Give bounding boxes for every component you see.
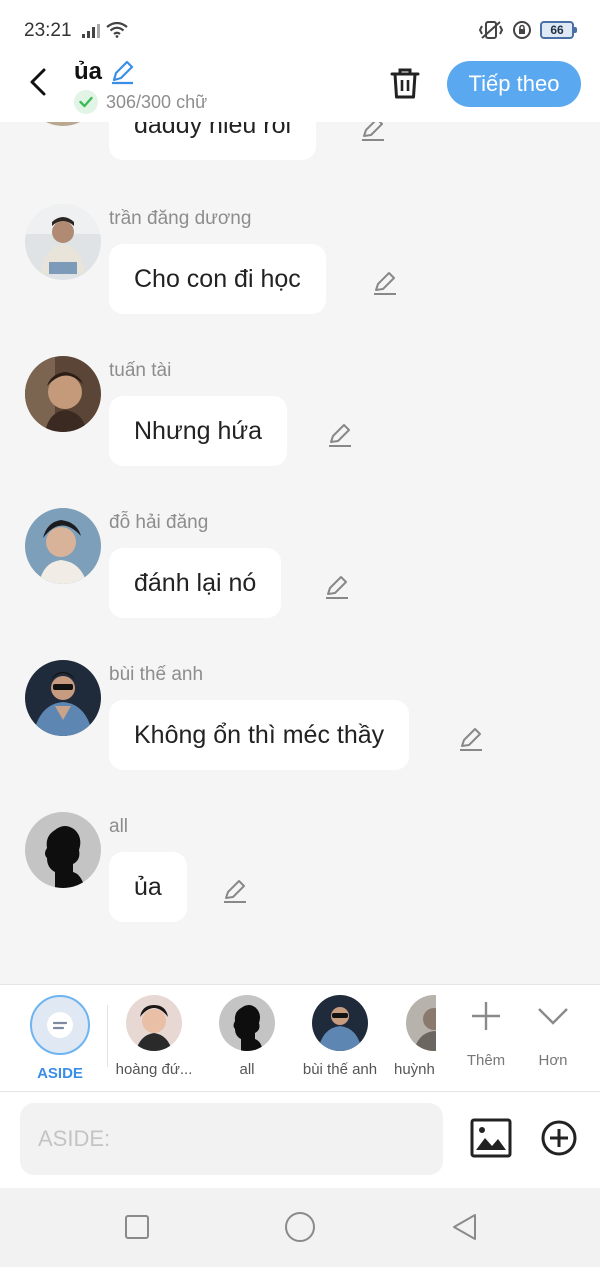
insert-image-button[interactable] — [470, 1118, 512, 1158]
avatar[interactable] — [25, 660, 101, 736]
dialogue-bubble[interactable]: ủa — [109, 852, 187, 922]
divider — [107, 1005, 108, 1067]
sender-name: trần đăng dương — [109, 208, 252, 229]
dialogue-item: daddy hiểu rồi — [0, 122, 600, 190]
role-label: hoàng đứ... — [115, 1061, 193, 1078]
role-label: all — [239, 1061, 255, 1078]
role-item[interactable]: all — [202, 995, 292, 1078]
dialogue-bubble[interactable]: daddy hiểu rồi — [109, 122, 317, 160]
edit-title-icon[interactable] — [108, 58, 136, 86]
back-nav-button[interactable] — [447, 1210, 481, 1244]
home-button[interactable] — [283, 1210, 317, 1244]
avatar — [406, 995, 436, 1051]
more-roles-label: Hơn — [538, 1052, 568, 1069]
add-role-label: Thêm — [466, 1052, 506, 1069]
dialogue-item: all ủa — [0, 812, 600, 952]
dialogue-item: bùi thế anh Không ổn thì méc thầy — [0, 660, 600, 800]
image-icon — [470, 1118, 512, 1158]
char-counter: 306/300 chữ — [74, 90, 207, 114]
role-item[interactable]: bùi thế anh — [295, 995, 385, 1078]
status-bar: 23:21 66 — [0, 0, 600, 56]
role-item[interactable]: hoàng đứ... — [109, 995, 199, 1078]
avatar — [312, 995, 368, 1051]
edit-line-icon[interactable] — [360, 122, 386, 142]
sender-name: tuấn tài — [109, 360, 172, 381]
delete-button[interactable] — [386, 64, 424, 102]
edit-line-icon[interactable] — [458, 726, 484, 752]
trash-icon — [390, 68, 420, 99]
sender-name: đỗ hải đăng — [109, 512, 209, 533]
role-label: ASIDE — [37, 1065, 83, 1082]
page-title: ủa — [74, 58, 103, 85]
chevron-left-icon — [30, 68, 46, 96]
dialogue-bubble[interactable]: Không ổn thì méc thầy — [109, 700, 410, 770]
avatar[interactable] — [25, 122, 101, 126]
wifi-icon — [106, 22, 128, 38]
dialogue-item: tuấn tài Nhưng hứa — [0, 356, 600, 496]
dialogue-bubble[interactable]: đánh lại nó — [109, 548, 282, 618]
avatar[interactable] — [25, 356, 101, 432]
title-group[interactable]: ủa — [74, 58, 136, 86]
avatar — [219, 995, 275, 1051]
status-right-icons: 66 — [478, 20, 577, 40]
plus-circle-icon — [541, 1120, 577, 1156]
edit-line-icon[interactable] — [222, 878, 248, 904]
dialogue-item: đỗ hải đăng đánh lại nó — [0, 508, 600, 648]
triangle-back-icon — [453, 1214, 476, 1240]
square-icon — [125, 1215, 149, 1239]
role-selector: ASIDE hoàng đứ... all bùi thế anh huỳnh … — [0, 984, 600, 1092]
dialogue-bubble[interactable]: Cho con đi học — [109, 244, 326, 314]
aside-icon — [30, 995, 90, 1055]
signal-wifi-group — [82, 22, 128, 38]
avatar[interactable] — [25, 508, 101, 584]
dialogue-item: trần đăng dương Cho con đi học — [0, 204, 600, 344]
header: ủa 306/300 chữ Tiếp theo — [0, 56, 600, 122]
plus-icon — [472, 1002, 500, 1030]
battery-indicator: 66 — [540, 21, 577, 39]
role-item[interactable]: huỳnh — [386, 995, 436, 1078]
aside-input[interactable] — [20, 1103, 443, 1175]
edit-line-icon[interactable] — [372, 270, 398, 296]
next-button[interactable]: Tiếp theo — [447, 61, 581, 107]
vibrate-icon — [478, 21, 504, 39]
avatar — [126, 995, 182, 1051]
sender-name: bùi thế anh — [109, 664, 204, 685]
avatar[interactable] — [25, 204, 101, 280]
signal-icon — [82, 24, 100, 38]
edit-line-icon[interactable] — [324, 574, 350, 600]
avatar[interactable] — [25, 812, 101, 888]
add-button[interactable] — [540, 1119, 578, 1157]
sender-name: all — [109, 816, 129, 837]
rotation-lock-icon — [513, 21, 531, 39]
role-aside[interactable]: ASIDE — [15, 995, 105, 1082]
dialogue-list: daddy hiểu rồi trần đăng dương Cho con đ… — [0, 122, 600, 984]
input-bar — [0, 1092, 600, 1188]
check-icon — [74, 90, 98, 114]
recents-button[interactable] — [120, 1210, 154, 1244]
role-label: huỳnh — [394, 1061, 435, 1078]
circle-icon — [285, 1212, 315, 1242]
role-label: bùi thế anh — [302, 1061, 378, 1078]
add-role-button[interactable]: Thêm — [454, 999, 518, 1069]
system-nav-bar — [0, 1188, 600, 1267]
dialogue-bubble[interactable]: Nhưng hứa — [109, 396, 287, 466]
status-time: 23:21 — [24, 20, 72, 41]
chevron-down-icon — [538, 1008, 568, 1025]
back-button[interactable] — [22, 64, 54, 100]
more-roles-button[interactable]: Hơn — [521, 999, 585, 1069]
edit-line-icon[interactable] — [327, 422, 353, 448]
char-counter-text: 306/300 chữ — [106, 91, 208, 112]
